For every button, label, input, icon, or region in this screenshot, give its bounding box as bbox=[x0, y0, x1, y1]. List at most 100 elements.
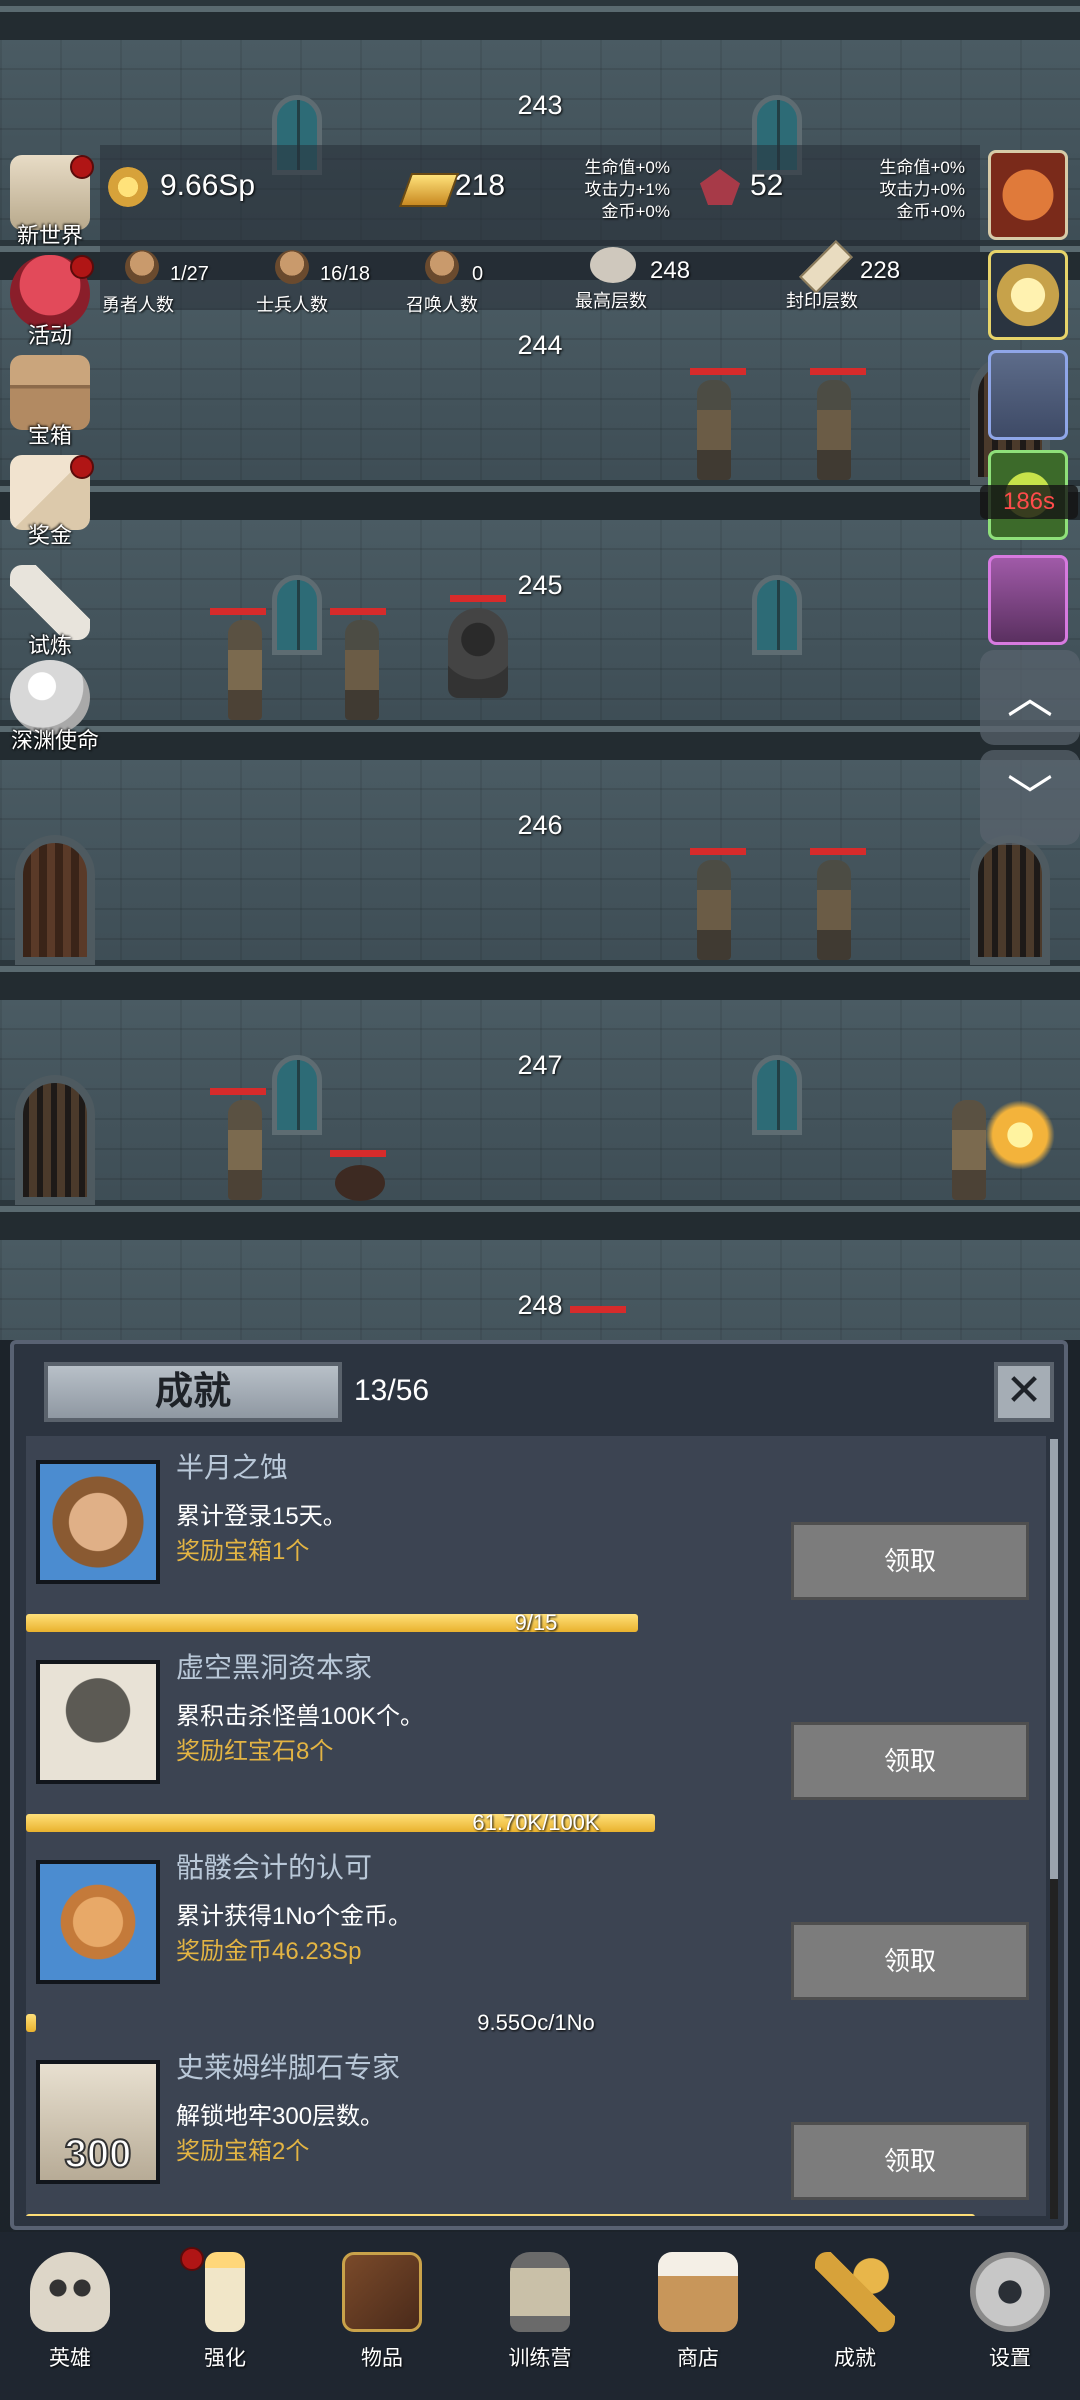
zombie-enemy[interactable] bbox=[228, 1100, 262, 1200]
ghost-enemy[interactable] bbox=[448, 608, 508, 698]
bonus-stats-right: 生命值+0% 攻击力+0% 金币+0% bbox=[879, 158, 966, 221]
buff-slot-portrait[interactable] bbox=[988, 350, 1068, 440]
progress-fill bbox=[26, 2214, 975, 2216]
nav-achievements[interactable]: 成就 bbox=[790, 2242, 920, 2392]
zombie-enemy[interactable] bbox=[817, 860, 851, 960]
progress-text: 9/15 bbox=[514, 1610, 558, 1635]
hero-character[interactable] bbox=[952, 1100, 986, 1200]
scrollbar-thumb[interactable] bbox=[1050, 1439, 1058, 1879]
nav-heroes[interactable]: 英雄 bbox=[5, 2242, 135, 2392]
side-menu-event[interactable]: 活动 bbox=[0, 250, 100, 350]
achievement-title-text: 半月之蚀 bbox=[176, 1452, 289, 1483]
hero-head-icon bbox=[125, 250, 159, 284]
gate-door bbox=[970, 835, 1050, 965]
zombie-enemy[interactable] bbox=[228, 620, 262, 720]
buff-slot-fire-orb[interactable] bbox=[988, 150, 1068, 240]
nav-shop[interactable]: 商店 bbox=[633, 2242, 763, 2392]
floor-number: 244 bbox=[517, 330, 563, 360]
nav-upgrade[interactable]: 强化 bbox=[160, 2242, 290, 2392]
soldier-count-label: 士兵人数 bbox=[256, 295, 328, 315]
resource-hud: 9.66Sp 218 生命值+0% 攻击力+1% 金币+0% 52 生命值+0%… bbox=[100, 145, 980, 315]
nav-label: 强化 bbox=[204, 2347, 246, 2370]
nav-training-camp[interactable]: 训练营 bbox=[475, 2242, 605, 2392]
achievement-row: 虚空黑洞资本家 累积击杀怪兽100K个。 奖励红宝石8个 领取 61.70K/1… bbox=[26, 1636, 1046, 1838]
buff-slot-candle[interactable] bbox=[988, 250, 1068, 340]
dungeon-view: 243 244 245 246 247 248 9.66Sp 218 生命值+0… bbox=[0, 0, 1080, 1340]
claim-button[interactable]: 领取 bbox=[791, 1522, 1029, 1600]
achievement-reward: 奖励红宝石8个 bbox=[176, 1738, 334, 1765]
close-icon: ✕ bbox=[1005, 1366, 1043, 1415]
side-menu-abyss-mission[interactable]: 深渊使命 bbox=[0, 655, 110, 755]
floor-number: 245 bbox=[517, 570, 563, 600]
nav-label: 设置 bbox=[989, 2347, 1031, 2370]
zombie-enemy[interactable] bbox=[817, 380, 851, 480]
dungeon-floor: 247 bbox=[0, 1000, 1080, 1240]
chevron-up-icon: ︿ bbox=[1007, 671, 1053, 723]
achievement-list[interactable]: 半月之蚀 累计登录15天。 奖励宝箱1个 领取 9/15 虚空黑洞资本家 累积击… bbox=[26, 1436, 1056, 2216]
enemy-hp-bar bbox=[210, 1088, 266, 1095]
zombie-portrait-icon bbox=[36, 1660, 160, 1784]
side-menu-label: 深渊使命 bbox=[10, 728, 99, 753]
bonus-stats-left: 生命值+0% 攻击力+1% 金币+0% bbox=[584, 158, 671, 221]
gear-icon bbox=[970, 2252, 1050, 2332]
gold-bar-icon bbox=[398, 173, 460, 207]
achievement-panel: 成就 13/56 ✕ 半月之蚀 累计登录15天。 奖励宝箱1个 领取 9/15 … bbox=[10, 1340, 1068, 2230]
summon-count-label: 召唤人数 bbox=[406, 295, 478, 315]
nav-settings[interactable]: 设置 bbox=[945, 2242, 1075, 2392]
spider-enemy[interactable] bbox=[335, 1165, 385, 1201]
gold-coin-icon bbox=[36, 1860, 160, 1984]
achievement-progress-bar bbox=[26, 2214, 1046, 2216]
beer-mug-icon bbox=[658, 2252, 738, 2332]
scroll-down-button[interactable]: ﹀ bbox=[980, 750, 1080, 845]
achievement-progress-count: 13/56 bbox=[354, 1374, 430, 1407]
claim-button[interactable]: 领取 bbox=[791, 1722, 1029, 1800]
notification-badge bbox=[70, 155, 94, 179]
zombie-enemy[interactable] bbox=[697, 380, 731, 480]
scroll-up-button[interactable]: ︿ bbox=[980, 650, 1080, 745]
window-decoration bbox=[272, 1055, 322, 1135]
enemy-hp-bar bbox=[330, 1150, 386, 1157]
notification-badge bbox=[180, 2247, 204, 2271]
list-scrollbar[interactable] bbox=[1050, 1439, 1058, 2219]
floor-number: 248 bbox=[517, 1290, 563, 1320]
buff-slot-purple[interactable] bbox=[988, 555, 1068, 645]
ruby-amount: 52 bbox=[750, 169, 784, 202]
claim-button[interactable]: 领取 bbox=[791, 2122, 1029, 2200]
hero-portrait-icon bbox=[36, 1460, 160, 1584]
achievement-description: 累积击杀怪兽100K个。 bbox=[176, 1703, 425, 1730]
window-decoration bbox=[752, 1055, 802, 1135]
window-decoration bbox=[752, 575, 802, 655]
side-menu-chest[interactable]: 宝箱 bbox=[0, 350, 100, 450]
claim-button[interactable]: 领取 bbox=[791, 1922, 1029, 2000]
achievement-progress-bar: 9.55Oc/1No bbox=[26, 2010, 1046, 2035]
achievement-progress-bar: 61.70K/100K bbox=[26, 1810, 1046, 1835]
seal-scroll-icon bbox=[799, 240, 853, 294]
bottom-navigation: 英雄 强化 物品 训练营 商店 成就 设置 bbox=[0, 2232, 1080, 2400]
dungeon-floor: 248 bbox=[0, 1240, 1080, 1340]
close-button[interactable]: ✕ bbox=[994, 1362, 1054, 1422]
skull-icon bbox=[30, 2252, 110, 2332]
hero-count: 1/27 bbox=[170, 263, 209, 285]
summon-count: 0 bbox=[472, 263, 484, 285]
window-decoration bbox=[272, 575, 322, 655]
side-menu-new-world[interactable]: 新世界 bbox=[0, 150, 100, 250]
achievement-reward: 奖励宝箱2个 bbox=[176, 2138, 310, 2165]
zombie-enemy[interactable] bbox=[697, 860, 731, 960]
floor-number: 246 bbox=[517, 810, 563, 840]
zombie-enemy[interactable] bbox=[345, 620, 379, 720]
enemy-hp-bar bbox=[810, 368, 866, 375]
side-menu-trial[interactable]: 试炼 bbox=[0, 560, 100, 660]
nav-label: 成就 bbox=[834, 2347, 876, 2370]
stone-tablet-icon bbox=[590, 247, 636, 283]
ruby-icon bbox=[700, 169, 740, 205]
floor-300-icon: 300 bbox=[36, 2060, 160, 2184]
lantern-icon bbox=[510, 2252, 570, 2332]
achievement-description: 累计获得1No个金币。 bbox=[176, 1903, 413, 1930]
max-floor-count: 248 bbox=[650, 257, 691, 284]
side-menu-bonus[interactable]: 奖金 bbox=[0, 450, 100, 550]
enemy-hp-bar bbox=[330, 608, 386, 615]
nav-label: 物品 bbox=[361, 2347, 403, 2370]
nav-items[interactable]: 物品 bbox=[317, 2242, 447, 2392]
achievement-description: 解锁地牢300层数。 bbox=[176, 2103, 385, 2130]
book-icon bbox=[342, 2252, 422, 2332]
